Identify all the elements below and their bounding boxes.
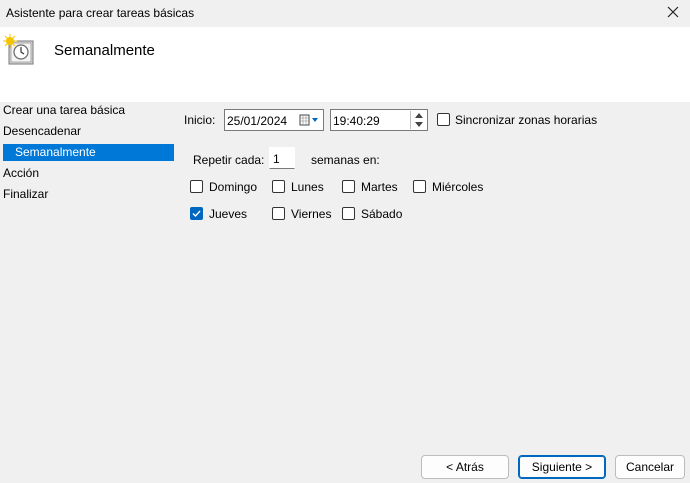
day-monday-checkbox[interactable] <box>272 180 285 193</box>
repeat-label: Repetir cada: <box>193 153 265 167</box>
day-saturday-label: Sábado <box>361 207 403 221</box>
next-button[interactable]: Siguiente > <box>518 455 606 479</box>
time-spinner[interactable] <box>410 111 426 129</box>
spin-up-icon[interactable] <box>411 111 426 120</box>
step-trigger[interactable]: Desencadenar <box>3 123 81 140</box>
start-date-value: 25/01/2024 <box>227 114 288 128</box>
weekly-settings: Inicio: 25/01/2024 19:40:29 Sincronizar … <box>180 102 690 442</box>
back-button[interactable]: < Atrás <box>421 455 509 479</box>
day-monday-label: Lunes <box>291 180 324 194</box>
check-icon <box>192 210 201 218</box>
start-time-field[interactable]: 19:40:29 <box>330 109 428 131</box>
start-time-value: 19:40:29 <box>333 114 380 128</box>
step-weekly[interactable]: Semanalmente <box>3 144 174 161</box>
page-title: Semanalmente <box>54 42 155 59</box>
cancel-button[interactable]: Cancelar <box>615 455 685 479</box>
day-tuesday-label: Martes <box>361 180 398 194</box>
day-thursday-label: Jueves <box>209 207 248 221</box>
step-create-basic-task[interactable]: Crear una tarea básica <box>3 102 125 119</box>
title-bar: Asistente para crear tareas básicas <box>0 0 690 27</box>
window-title: Asistente para crear tareas básicas <box>6 6 195 20</box>
start-date-picker[interactable]: 25/01/2024 <box>224 109 324 131</box>
step-action[interactable]: Acción <box>3 165 39 182</box>
repeat-weeks-value: 1 <box>273 152 280 166</box>
close-icon[interactable] <box>664 3 682 21</box>
calendar-dropdown-icon[interactable] <box>299 113 321 127</box>
step-finish[interactable]: Finalizar <box>3 186 48 203</box>
day-sunday-checkbox[interactable] <box>190 180 203 193</box>
task-scheduler-icon <box>3 34 35 66</box>
wizard-header: Semanalmente <box>0 27 690 102</box>
weeks-on-label: semanas en: <box>311 153 380 167</box>
spin-down-icon[interactable] <box>411 120 426 129</box>
day-sunday-label: Domingo <box>209 180 258 194</box>
day-tuesday-checkbox[interactable] <box>342 180 355 193</box>
day-wednesday-checkbox[interactable] <box>413 180 426 193</box>
start-label: Inicio: <box>184 113 216 127</box>
sync-timezones-checkbox[interactable] <box>437 113 450 126</box>
sync-timezones-label: Sincronizar zonas horarias <box>455 113 598 127</box>
day-saturday-checkbox[interactable] <box>342 207 355 220</box>
day-friday-label: Viernes <box>291 207 332 221</box>
day-friday-checkbox[interactable] <box>272 207 285 220</box>
repeat-weeks-input[interactable]: 1 <box>269 147 295 169</box>
day-thursday-checkbox[interactable] <box>190 207 203 220</box>
day-wednesday-label: Miércoles <box>432 180 484 194</box>
